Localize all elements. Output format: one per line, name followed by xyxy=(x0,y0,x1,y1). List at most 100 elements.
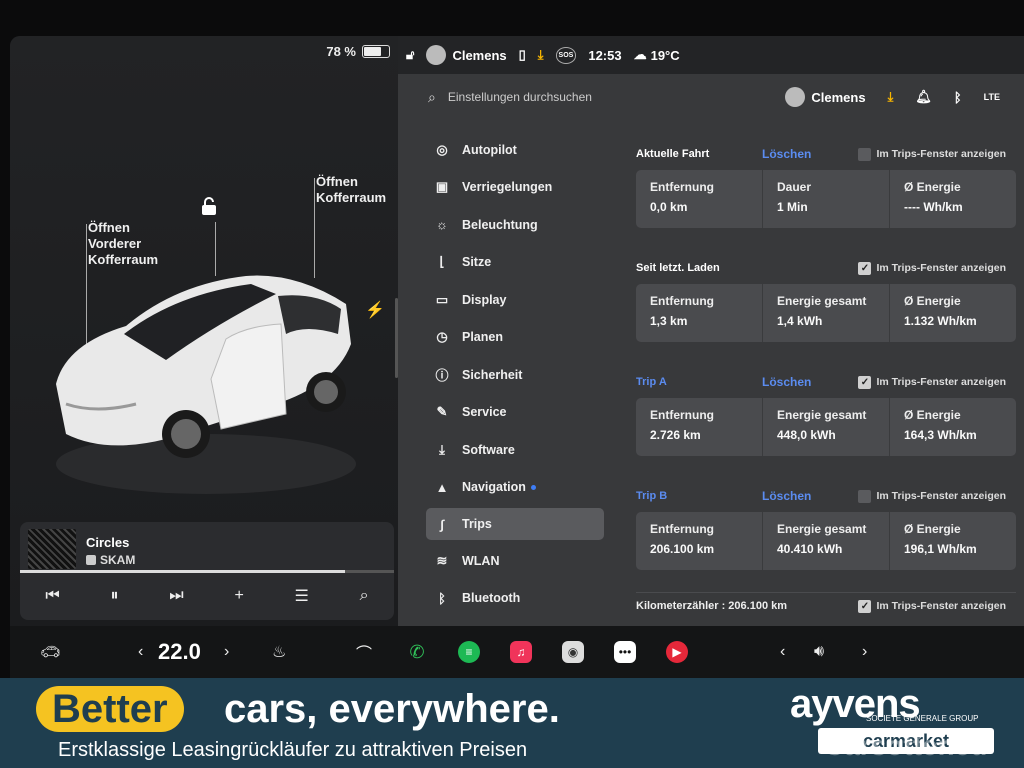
nav-item-seats[interactable]: ⌊ Sitze xyxy=(426,244,604,282)
equalizer-icon[interactable]: ☰ xyxy=(295,586,309,606)
checkbox-label: Im Trips-Fenster anzeigen xyxy=(876,600,1006,612)
previous-track-icon[interactable]: ⏮ xyxy=(45,587,59,605)
unlock-icon[interactable] xyxy=(200,196,218,221)
nav-label: WLAN xyxy=(462,553,500,568)
lock-icon: ▣ xyxy=(435,179,449,195)
stat-label: Dauer xyxy=(777,180,812,194)
stat-value: 448,0 kWh xyxy=(777,428,836,442)
spotify-glyph: ≡ xyxy=(458,641,480,663)
battery-fill xyxy=(364,47,382,56)
settings-search-input[interactable]: Einstellungen durchsuchen xyxy=(448,90,592,104)
media-search-icon[interactable]: ⌕ xyxy=(360,587,369,605)
banner-pill: Better xyxy=(36,686,184,732)
checkbox-label: Im Trips-Fenster anzeigen xyxy=(876,262,1006,274)
trip-stat: Ø Energie 1.132 Wh/km xyxy=(890,284,1016,342)
pause-icon[interactable]: ⏸ xyxy=(111,587,119,605)
bottom-dock: 🚗︎ ‹ 22.0 › ♨ ⌒ ✆ ≡ ♫ ◉ ••• ▶ ‹ 🔊︎ › xyxy=(10,626,1024,678)
trip-card: Entfernung 2.726 km Energie gesamt 448,0 k… xyxy=(636,398,1016,456)
trip-stat: Energie gesamt 1,4 kWh xyxy=(763,284,890,342)
volume-down-icon[interactable]: ‹ xyxy=(780,626,785,678)
trip-card: Entfernung 0,0 km Dauer 1 Min Ø Energie ---… xyxy=(636,170,1016,228)
nav-item-software[interactable]: ⤓ Software xyxy=(426,431,604,469)
nav-label: Navigation xyxy=(462,480,526,495)
temp-down-icon[interactable]: ‹ xyxy=(138,626,143,678)
defrost-icon[interactable]: ⌒ xyxy=(356,626,372,678)
spotify-icon[interactable]: ≡ xyxy=(458,626,480,678)
sos-button[interactable]: SOS xyxy=(555,46,577,64)
stat-value: 2.726 km xyxy=(650,428,701,442)
checkbox-unchecked[interactable] xyxy=(858,147,872,161)
nav-item-lights[interactable]: ☼ Beleuchtung xyxy=(426,206,604,244)
light-icon: ☼ xyxy=(436,217,448,233)
checkbox-checked[interactable]: ✓ xyxy=(858,599,872,613)
stat-value: 1,3 km xyxy=(650,314,688,328)
show-in-trips-window-toggle[interactable]: ✓ Im Trips-Fenster anzeigen xyxy=(858,261,1006,275)
show-in-trips-window-toggle[interactable]: ✓ Im Trips-Fenster anzeigen xyxy=(858,599,1006,613)
album-art[interactable] xyxy=(28,529,76,569)
nav-item-wifi[interactable]: ≋ WLAN xyxy=(426,542,604,580)
track-artist: SKAM xyxy=(86,553,135,567)
volume-icon[interactable]: 🔊︎ xyxy=(814,626,824,678)
open-frunk-button[interactable]: Öffnen Vorderer Kofferraum xyxy=(88,220,158,268)
unlock-status-icon[interactable]: 🔓︎ xyxy=(406,47,414,63)
trip-stat: Ø Energie 196,1 Wh/km xyxy=(890,512,1016,570)
download-icon[interactable]: ⤓ xyxy=(888,89,894,105)
open-trunk-button[interactable]: Öffnen Kofferraum xyxy=(316,174,386,206)
phone-key-icon: ▯ xyxy=(518,47,526,62)
download-icon[interactable]: ⤓ xyxy=(538,47,544,63)
nav-label: Sitze xyxy=(462,255,492,270)
cabin-temperature: 22.0 xyxy=(158,639,201,664)
checkbox-checked[interactable]: ✓ xyxy=(858,375,872,389)
nav-item-trips[interactable]: ∫ Trips xyxy=(426,508,604,540)
phone-icon[interactable]: ✆ xyxy=(406,626,428,678)
nav-item-schedule[interactable]: ◷ Planen xyxy=(426,319,604,357)
checkbox-unchecked[interactable] xyxy=(858,489,872,503)
trip-stat: Entfernung 1,3 km xyxy=(636,284,763,342)
info-icon: ⓘ xyxy=(435,368,449,384)
camera-icon[interactable]: ◉ xyxy=(562,626,584,678)
nav-label: Software xyxy=(462,442,515,457)
temp-up-icon[interactable]: › xyxy=(224,626,229,678)
nav-item-locks[interactable]: ▣ Verriegelungen xyxy=(426,169,604,207)
nav-item-service[interactable]: ✎ Service xyxy=(426,394,604,432)
next-track-icon[interactable]: ⏭ xyxy=(169,587,183,605)
odometer-text: Kilometerzähler : 206.100 km xyxy=(636,600,788,612)
reset-current-trip-button[interactable]: Löschen xyxy=(762,147,811,161)
nav-label: Trips xyxy=(462,517,492,531)
seat-heater-icon[interactable]: ♨ xyxy=(272,626,286,678)
trip-card: Entfernung 1,3 km Energie gesamt 1,4 kWh Ø… xyxy=(636,284,1016,342)
section-title: Aktuelle Fahrt xyxy=(636,148,710,160)
show-in-trips-window-toggle[interactable]: ✓ Im Trips-Fenster anzeigen xyxy=(858,375,1006,389)
trip-stat: Energie gesamt 40.410 kWh xyxy=(763,512,890,570)
car-icon[interactable]: 🚗︎ xyxy=(40,626,60,678)
stat-value: 0,0 km xyxy=(650,200,688,214)
trip-stat: Entfernung 206.100 km xyxy=(636,512,763,570)
car-panel: 78 % Öffnen Vorderer Kofferraum Öffnen K… xyxy=(10,36,398,626)
track-title: Circles xyxy=(86,535,130,550)
music-icon[interactable]: ♫ xyxy=(510,626,532,678)
profile-button[interactable]: Clemens xyxy=(785,87,866,107)
more-apps-icon[interactable]: ••• xyxy=(614,626,636,678)
charge-port-icon[interactable]: ⚡ xyxy=(365,300,385,320)
volume-up-icon[interactable]: › xyxy=(862,626,867,678)
bell-icon[interactable]: 🔔︎ xyxy=(915,89,932,105)
driver-profile[interactable]: Clemens xyxy=(426,45,507,65)
show-in-trips-window-toggle[interactable]: Im Trips-Fenster anzeigen xyxy=(858,489,1006,503)
show-in-trips-window-toggle[interactable]: Im Trips-Fenster anzeigen xyxy=(858,147,1006,161)
steering-wheel-icon: ◎ xyxy=(436,141,448,157)
nav-item-safety[interactable]: ⓘ Sicherheit xyxy=(426,356,604,394)
checkbox-checked[interactable]: ✓ xyxy=(858,261,872,275)
nav-item-autopilot[interactable]: ◎ Autopilot xyxy=(426,131,604,169)
media-progress-bar[interactable] xyxy=(20,570,394,573)
media-app-icon[interactable]: ▶ xyxy=(666,626,688,678)
nav-item-bluetooth[interactable]: ᛒ Bluetooth xyxy=(426,580,604,618)
add-favorite-icon[interactable]: + xyxy=(234,587,243,605)
reset-trip-a-button[interactable]: Löschen xyxy=(762,375,811,389)
trip-card: Entfernung 206.100 km Energie gesamt 40.41… xyxy=(636,512,1016,570)
nav-item-navigation[interactable]: ▲ Navigation xyxy=(426,469,604,507)
reset-trip-b-button[interactable]: Löschen xyxy=(762,489,811,503)
nav-label: Bluetooth xyxy=(462,591,521,606)
nav-item-display[interactable]: ▭ Display xyxy=(426,281,604,319)
checkbox-label: Im Trips-Fenster anzeigen xyxy=(876,376,1006,388)
top-status-bar: 🔓︎ Clemens ▯ ⤓ SOS 12:53 ☁ 19°C xyxy=(406,42,680,68)
